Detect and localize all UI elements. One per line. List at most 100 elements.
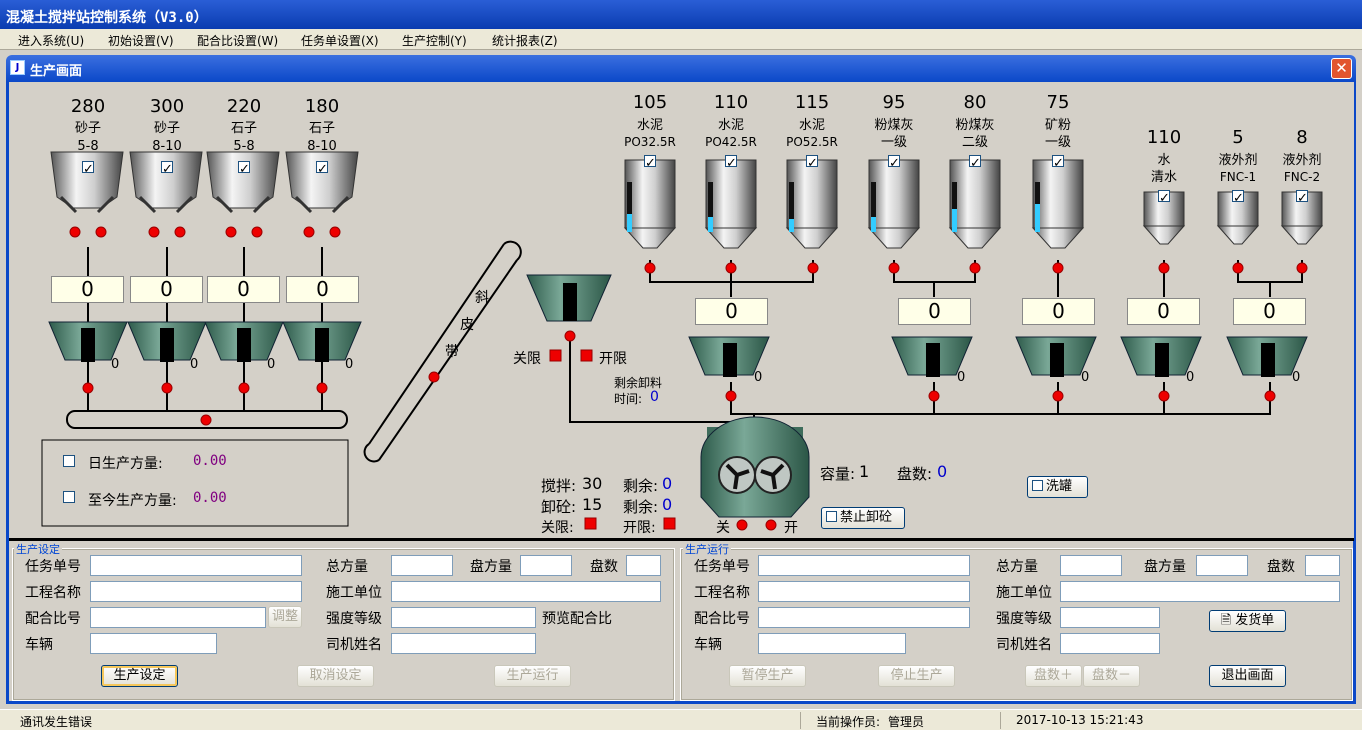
- aggregate-1-checkbox[interactable]: ✓: [82, 161, 94, 177]
- setup-task-input[interactable]: [90, 555, 302, 576]
- silo-1-checkbox[interactable]: ✓: [644, 155, 656, 171]
- cement-weight: 0: [695, 298, 768, 325]
- silo-6-name: 矿粉: [1044, 118, 1071, 133]
- tank-3-checkbox[interactable]: ✓: [1296, 190, 1308, 206]
- discharge-value: 15: [582, 495, 603, 514]
- batch-plus-button[interactable]: 盘数＋: [1025, 665, 1082, 687]
- aggregate-3-spec: 5-8: [233, 139, 255, 154]
- status-datetime: 2017-10-13 15:21:43: [1016, 713, 1144, 727]
- no-discharge-checkbox: [826, 511, 837, 522]
- tank-2-setpoint: 5: [1232, 127, 1244, 148]
- tank-2-checkbox[interactable]: ✓: [1232, 190, 1244, 206]
- setup-batches-input[interactable]: [626, 555, 661, 576]
- stir-remaining-value: 0: [662, 474, 673, 493]
- menu-task-settings[interactable]: 任务单设置(X): [301, 32, 379, 49]
- silo-1-setpoint: 105: [632, 92, 668, 113]
- aggregate-bins: [50, 151, 359, 214]
- menu-enter-system[interactable]: 进入系统(U): [18, 32, 84, 49]
- total-volume-checkbox[interactable]: [63, 491, 75, 503]
- water-weight: 0: [1127, 298, 1200, 325]
- mixer-gate-on: 开: [784, 520, 798, 536]
- setup-vehicle-label: 车辆: [25, 637, 53, 653]
- batch-minus-button[interactable]: 盘数－: [1083, 665, 1140, 687]
- aggregate-1-spec: 5-8: [77, 139, 99, 154]
- menu-statistics[interactable]: 统计报表(Z): [492, 32, 558, 49]
- run-mix-input[interactable]: [758, 607, 970, 628]
- production-window-title: J 生产画面 ✕: [6, 55, 1356, 82]
- run-task-input[interactable]: [758, 555, 970, 576]
- setup-legend: 生产设定: [14, 541, 62, 557]
- aggregate-2-checkbox[interactable]: ✓: [161, 161, 173, 177]
- silo-5-spec: 二级: [961, 135, 988, 150]
- production-setup-button[interactable]: 生产设定: [101, 665, 178, 687]
- aggregate-3-checkbox[interactable]: ✓: [238, 161, 250, 177]
- tank-1-checkbox[interactable]: ✓: [1158, 190, 1170, 206]
- aggregate-4-checkbox[interactable]: ✓: [316, 161, 328, 177]
- status-message: 通讯发生错误: [20, 715, 93, 729]
- discharge-remaining-label: 剩余:: [623, 498, 659, 516]
- setup-project-input[interactable]: [90, 581, 302, 602]
- run-vehicle-input[interactable]: [758, 633, 906, 654]
- setup-total-input[interactable]: [391, 555, 453, 576]
- setup-task-label: 任务单号: [25, 559, 81, 575]
- exit-screen-button[interactable]: 退出画面: [1209, 665, 1286, 687]
- run-builder-input[interactable]: [1060, 581, 1340, 602]
- tank-3-setpoint: 8: [1296, 127, 1308, 148]
- wash-checkbox: [1032, 480, 1043, 491]
- powder-weigh-hoppers: [688, 336, 1308, 377]
- no-discharge-label: 禁止卸砼: [840, 510, 893, 525]
- aggregate-1-name: 砂子: [74, 121, 101, 136]
- run-batchvol-input[interactable]: [1196, 555, 1248, 576]
- silo-4-checkbox[interactable]: ✓: [888, 155, 900, 171]
- setup-driver-input[interactable]: [391, 633, 536, 654]
- run-batchvol-label: 盘方量: [1144, 559, 1186, 575]
- setup-mix-input[interactable]: [90, 607, 266, 628]
- aggregate-4-weight: 0: [286, 276, 359, 303]
- run-batches-input[interactable]: [1305, 555, 1340, 576]
- run-driver-label: 司机姓名: [996, 637, 1052, 653]
- aggregate-4-scale: 0: [345, 357, 354, 372]
- run-production-button[interactable]: 生产运行: [494, 665, 571, 687]
- setup-batchvol-input[interactable]: [520, 555, 572, 576]
- menu-production-control[interactable]: 生产控制(Y): [402, 32, 467, 49]
- wash-toggle[interactable]: 洗罐: [1027, 476, 1088, 498]
- setup-driver-label: 司机姓名: [326, 637, 382, 653]
- waiting-hopper-close-limit: 关限: [513, 351, 541, 367]
- run-mix-label: 配合比号: [694, 611, 750, 627]
- no-discharge-toggle[interactable]: 禁止卸砼: [821, 507, 905, 529]
- water-scale: 0: [1186, 370, 1195, 385]
- run-driver-input[interactable]: [1060, 633, 1160, 654]
- stop-production-button[interactable]: 停止生产: [878, 665, 955, 687]
- run-vehicle-label: 车辆: [694, 637, 722, 653]
- wash-label: 洗罐: [1046, 479, 1073, 494]
- setup-mix-label: 配合比号: [25, 611, 81, 627]
- setup-vehicle-input[interactable]: [90, 633, 217, 654]
- silo-6-setpoint: 75: [1046, 92, 1070, 113]
- silo-2-checkbox[interactable]: ✓: [725, 155, 737, 171]
- menu-initial-settings[interactable]: 初始设置(V): [108, 32, 174, 49]
- run-total-input[interactable]: [1060, 555, 1122, 576]
- delivery-note-button[interactable]: 🗎 发货单: [1209, 610, 1286, 632]
- silo-1-level: [627, 214, 632, 232]
- silo-6-checkbox[interactable]: ✓: [1052, 155, 1064, 171]
- daily-volume-checkbox[interactable]: [63, 455, 75, 467]
- silo-5-checkbox[interactable]: ✓: [969, 155, 981, 171]
- total-volume-label: 至今生产方量:: [88, 493, 177, 509]
- run-strength-input[interactable]: [1060, 607, 1160, 628]
- preview-mix-label[interactable]: 预览配合比: [542, 608, 612, 628]
- aggregate-3-scale: 0: [267, 357, 276, 372]
- batches-value: 0: [937, 462, 948, 481]
- aggregate-1-setpoint: 280: [70, 96, 106, 117]
- pause-production-button[interactable]: 暂停生产: [729, 665, 806, 687]
- run-project-input[interactable]: [758, 581, 970, 602]
- setup-builder-input[interactable]: [391, 581, 661, 602]
- silo-3-checkbox[interactable]: ✓: [806, 155, 818, 171]
- silo-4-spec: 一级: [880, 135, 907, 150]
- silo-6-spec: 一级: [1044, 135, 1071, 150]
- adjust-button[interactable]: 调整: [268, 606, 302, 628]
- menu-mix-settings[interactable]: 配合比设置(W): [197, 32, 278, 49]
- cancel-setup-button[interactable]: 取消设定: [297, 665, 374, 687]
- close-button[interactable]: ✕: [1331, 58, 1352, 79]
- run-task-label: 任务单号: [694, 559, 750, 575]
- setup-strength-input[interactable]: [391, 607, 536, 628]
